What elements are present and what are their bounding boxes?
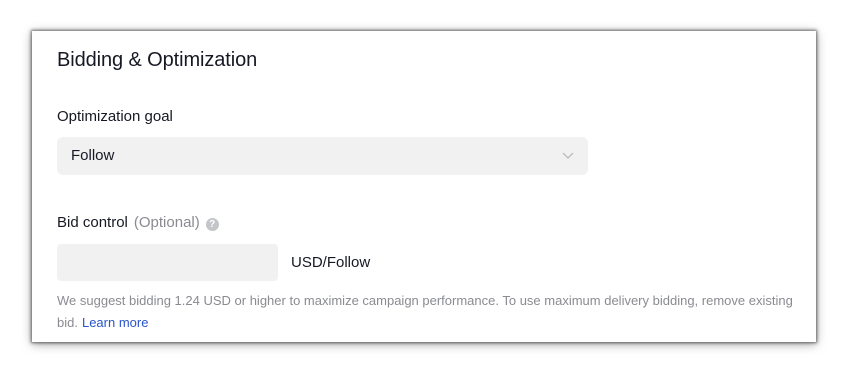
learn-more-link[interactable]: Learn more [82, 315, 148, 330]
bid-suggestion-text: We suggest bidding 1.24 USD or higher to… [57, 293, 793, 330]
question-circle-icon[interactable]: ? [205, 218, 219, 231]
optimization-goal-value: Follow [71, 147, 115, 164]
bid-unit-label: USD/Follow [291, 254, 371, 271]
bid-amount-input[interactable] [57, 244, 278, 281]
bid-control-label-row: Bid control (Optional)? [57, 214, 219, 231]
section-title: Bidding & Optimization [57, 49, 258, 71]
chevron-down-icon [562, 152, 574, 159]
optional-tag: (Optional) [133, 214, 200, 231]
bid-control-label: Bid control [57, 214, 128, 231]
optimization-goal-label: Optimization goal [57, 108, 173, 125]
bidding-optimization-panel: Bidding & Optimization Optimization goal… [32, 31, 816, 342]
optimization-goal-select[interactable]: Follow [57, 137, 588, 175]
bid-suggestion-hint: We suggest bidding 1.24 USD or higher to… [57, 290, 807, 334]
